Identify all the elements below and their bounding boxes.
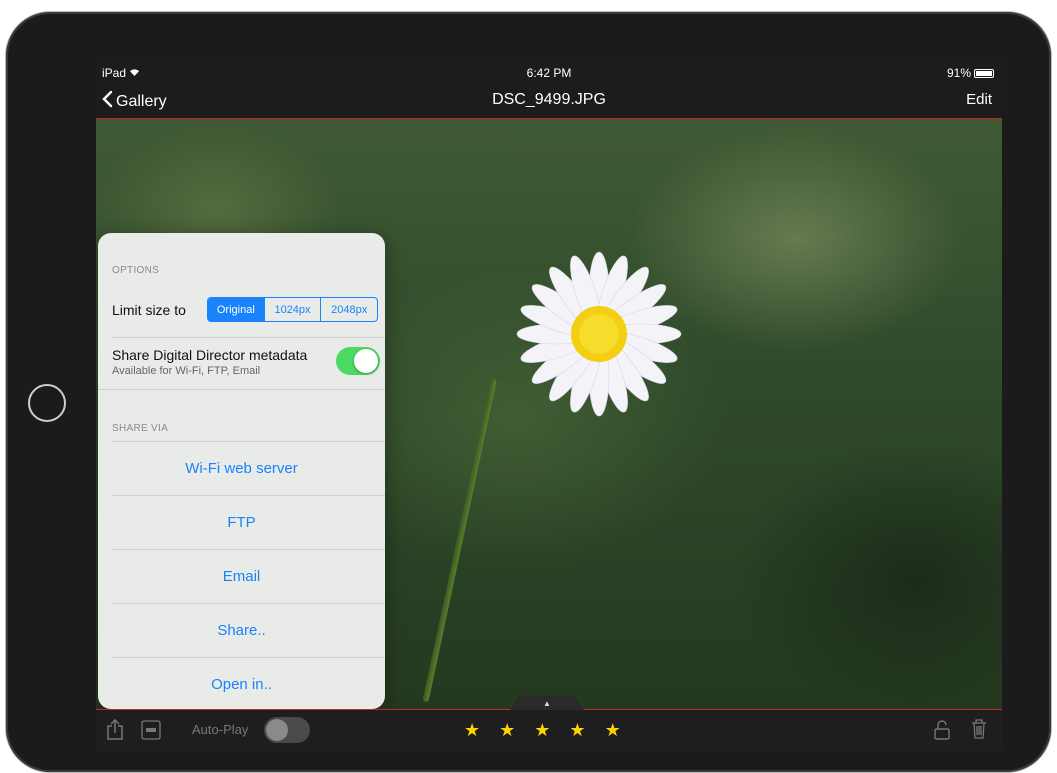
navigation-bar: Gallery DSC_9499.JPG Edit (96, 85, 1002, 119)
rating-stars[interactable]: ★ ★ ★ ★ ★ (464, 720, 621, 741)
share-open-in-button[interactable]: Open in.. (98, 657, 385, 709)
share-icon[interactable] (106, 718, 124, 746)
chevron-up-icon: ▲ (543, 699, 551, 708)
metadata-sublabel: Available for Wi-Fi, FTP, Email (112, 365, 261, 377)
limit-size-label: Limit size to (112, 302, 186, 318)
share-ftp-button[interactable]: FTP (98, 495, 385, 549)
status-time: 6:42 PM (526, 66, 572, 80)
autoplay-toggle[interactable] (264, 717, 310, 743)
size-option-1024[interactable]: 1024px (263, 298, 321, 321)
autoplay-label: Auto-Play (192, 722, 249, 737)
share-via-header: SHARE VIA (112, 423, 169, 434)
share-wifi-button[interactable]: Wi-Fi web server (98, 441, 385, 495)
star-icon[interactable]: ★ (569, 720, 585, 741)
home-button[interactable] (28, 384, 66, 422)
battery-percent: 91% (946, 66, 971, 80)
unlock-icon[interactable] (932, 720, 952, 745)
flower-stem (422, 378, 497, 703)
star-icon[interactable]: ★ (534, 720, 550, 741)
status-bar: iPad 6:42 PM 91% (96, 61, 1002, 85)
metadata-toggle[interactable] (336, 347, 380, 375)
divider (112, 337, 385, 338)
size-segmented-control[interactable]: Original 1024px 2048px (207, 297, 378, 322)
star-icon[interactable]: ★ (499, 720, 515, 741)
drawer-handle[interactable]: ▲ (510, 696, 584, 710)
share-email-button[interactable]: Email (98, 549, 385, 603)
size-option-original[interactable]: Original (208, 298, 264, 321)
star-icon[interactable]: ★ (605, 720, 621, 741)
share-share-button[interactable]: Share.. (98, 603, 385, 657)
battery-icon (974, 68, 994, 78)
wifi-badge-icon[interactable] (141, 720, 161, 745)
daisy-image (516, 251, 682, 417)
star-icon[interactable]: ★ (464, 720, 480, 741)
status-battery: 91% (947, 66, 994, 80)
screen: iPad 6:42 PM 91% Gallery DSC_9499.JPG Ed… (96, 61, 1002, 751)
share-popover: OPTIONS Limit size to Original 1024px 20… (98, 233, 385, 709)
divider (98, 389, 385, 390)
size-option-2048[interactable]: 2048px (320, 298, 377, 321)
options-header: OPTIONS (112, 265, 160, 276)
page-title: DSC_9499.JPG (492, 91, 606, 108)
edit-button[interactable]: Edit (966, 91, 992, 108)
bottom-toolbar: ▲ Auto-Play ★ ★ ★ ★ ★ (96, 696, 1002, 751)
metadata-label: Share Digital Director metadata (112, 347, 308, 363)
trash-icon[interactable] (970, 718, 988, 745)
ipad-frame: iPad 6:42 PM 91% Gallery DSC_9499.JPG Ed… (6, 12, 1051, 772)
